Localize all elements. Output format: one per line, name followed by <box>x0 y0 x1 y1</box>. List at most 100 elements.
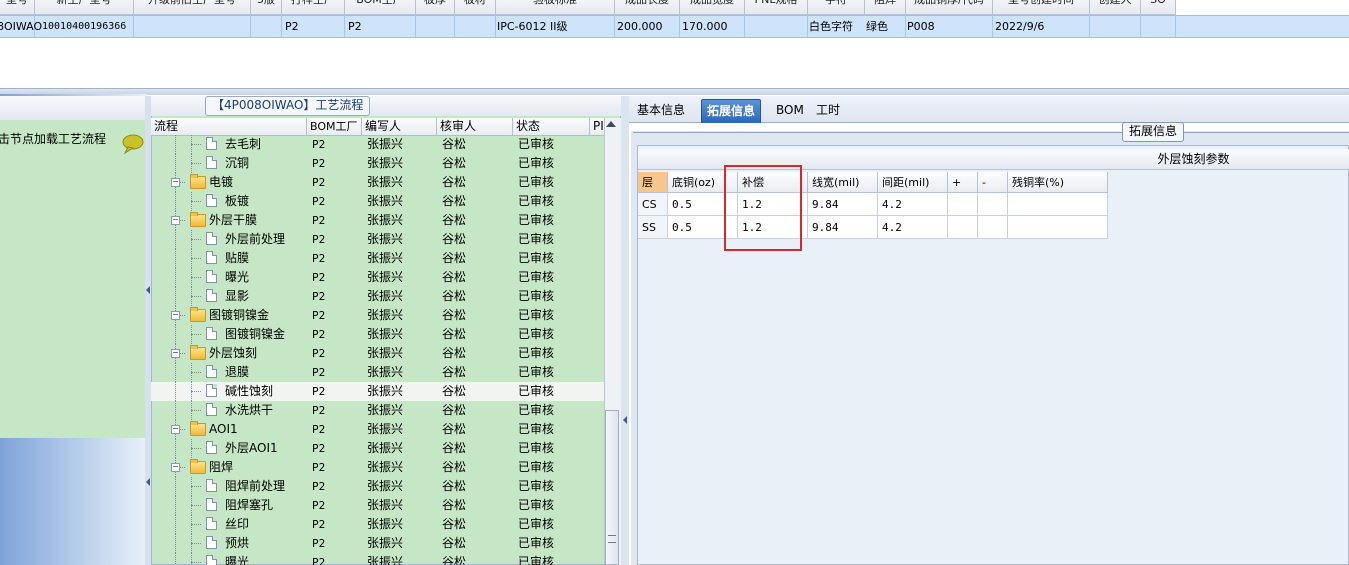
cell-bom-factory: P2 <box>312 518 326 531</box>
header-thickness[interactable]: 板厚 <box>416 0 455 14</box>
tree-row[interactable]: − 阻焊 P2 张振兴 谷松 已审核 <box>151 458 604 477</box>
col-flow[interactable]: 流程 <box>151 118 307 135</box>
folder-icon <box>190 459 206 474</box>
header-standard[interactable]: 验板标准 <box>496 0 615 14</box>
tree-connector <box>175 287 176 306</box>
grid-header-line-width[interactable]: 线宽(mil) <box>808 172 878 193</box>
tree-row[interactable]: 贴膜 P2 张振兴 谷松 已审核 <box>151 249 604 268</box>
cell-author: 张振兴 <box>367 384 404 398</box>
tree-row[interactable]: 图镀铜镍金 P2 张振兴 谷松 已审核 <box>151 325 604 344</box>
tree-connector <box>175 135 176 154</box>
tree-row[interactable]: 外层AOI1 P2 张振兴 谷松 已审核 <box>151 439 604 458</box>
tree-row[interactable]: 曝光 P2 张振兴 谷松 已审核 <box>151 553 604 565</box>
document-icon <box>206 289 217 302</box>
cell-reviewer: 谷松 <box>442 270 467 284</box>
scroll-up-icon[interactable] <box>606 121 616 127</box>
tree-row[interactable]: 显影 P2 张振兴 谷松 已审核 <box>151 287 604 306</box>
top-grid-row[interactable]: 8OIWAO 10010400196366 P2 P2 IPC-6012 II级… <box>0 15 1349 38</box>
header-mask[interactable]: 阻焊 <box>865 0 906 14</box>
cell-reviewer: 谷松 <box>442 213 467 227</box>
tab-work-hours[interactable]: 工时 <box>811 99 845 122</box>
document-icon <box>206 498 217 511</box>
collapse-icon[interactable]: − <box>171 425 180 434</box>
cell-author: 张振兴 <box>367 251 404 265</box>
collapse-icon[interactable]: − <box>171 178 180 187</box>
document-icon <box>206 137 217 150</box>
header-bom-factory[interactable]: BOM生产 <box>345 0 416 14</box>
header-version[interactable]: 5版 <box>251 0 282 14</box>
tree-row[interactable]: 去毛刺 P2 张振兴 谷松 已审核 <box>151 135 604 154</box>
grid-cell[interactable]: 9.84 <box>808 216 878 239</box>
tree-row[interactable]: 沉铜 P2 张振兴 谷松 已审核 <box>151 154 604 173</box>
cell-status: 已审核 <box>518 422 555 436</box>
header-copper-code[interactable]: 成品铜厚/代码 <box>906 0 993 14</box>
tree-row[interactable]: 碱性蚀刻 P2 张振兴 谷松 已审核 <box>151 382 604 401</box>
tree-node-label: 阻焊 <box>209 460 234 474</box>
tree-row[interactable]: 阻焊塞孔 P2 张振兴 谷松 已审核 <box>151 496 604 515</box>
grid-cell[interactable]: 9.84 <box>808 193 878 216</box>
tree-row[interactable]: 丝印 P2 张振兴 谷松 已审核 <box>151 515 604 534</box>
cell-new-model: 10010400196366 <box>42 21 127 32</box>
tree-row[interactable]: 阻焊前处理 P2 张振兴 谷松 已审核 <box>151 477 604 496</box>
grid-header-plus[interactable]: + <box>948 172 978 193</box>
right-splitter[interactable] <box>621 96 629 565</box>
collapse-icon[interactable]: − <box>171 349 180 358</box>
header-material[interactable]: 板材 <box>455 0 496 14</box>
grid-cell[interactable] <box>1008 193 1108 216</box>
header-created[interactable]: 型号创建时间 <box>993 0 1090 14</box>
header-width[interactable]: 成品宽度 <box>680 0 745 14</box>
cell-author: 张振兴 <box>367 365 404 379</box>
header-sample-factory[interactable]: 打样生产 <box>282 0 345 14</box>
horizontal-splitter[interactable] <box>0 88 1349 95</box>
header-old-model[interactable]: 升级前旧生产型号 <box>134 0 251 14</box>
cell-bom-factory: P2 <box>312 328 326 341</box>
tree-row[interactable]: 水洗烘干 P2 张振兴 谷松 已审核 <box>151 401 604 420</box>
tab-bom[interactable]: BOM <box>771 99 809 122</box>
grid-header-spacing[interactable]: 间距(mil) <box>878 172 948 193</box>
col-status[interactable]: 状态 <box>513 118 590 135</box>
header-pnl[interactable]: PNL规格 <box>745 0 808 14</box>
tree-row[interactable]: 外层前处理 P2 张振兴 谷松 已审核 <box>151 230 604 249</box>
collapse-icon[interactable]: − <box>171 311 180 320</box>
tree-row[interactable]: − 外层蚀刻 P2 张振兴 谷松 已审核 <box>151 344 604 363</box>
grid-header-residual-copper[interactable]: 残铜率(%) <box>1008 172 1108 193</box>
grid-cell-layer-ss[interactable]: SS <box>638 216 668 239</box>
grid-header-layer[interactable]: 层 <box>638 172 668 193</box>
grid-cell[interactable] <box>1008 216 1108 239</box>
grid-cell[interactable]: 4.2 <box>878 193 948 216</box>
tree-row[interactable]: 预烘 P2 张振兴 谷松 已审核 <box>151 534 604 553</box>
collapse-icon[interactable]: − <box>171 216 180 225</box>
tree-row[interactable]: − 电镀 P2 张振兴 谷松 已审核 <box>151 173 604 192</box>
tree-row[interactable]: − 图镀铜镍金 P2 张振兴 谷松 已审核 <box>151 306 604 325</box>
col-author[interactable]: 编写人 <box>362 118 437 135</box>
cell-bom-factory: P2 <box>312 499 326 512</box>
header-creator[interactable]: 创建人 <box>1090 0 1141 14</box>
tree-row[interactable]: 板镀 P2 张振兴 谷松 已审核 <box>151 192 604 211</box>
tree-connector <box>175 553 176 565</box>
left-node-area[interactable] <box>0 120 146 438</box>
cell-bom-factory: P2 <box>312 385 326 398</box>
tree-row[interactable]: − 外层干膜 P2 张振兴 谷松 已审核 <box>151 211 604 230</box>
cell-code: P008 <box>907 20 935 33</box>
col-reviewer[interactable]: 核审人 <box>437 118 513 135</box>
header-so[interactable]: SO <box>1141 0 1176 14</box>
collapse-icon[interactable]: − <box>171 463 180 472</box>
grid-cell[interactable]: 4.2 <box>878 216 948 239</box>
header-length[interactable]: 成品长度 <box>615 0 680 14</box>
tree-row[interactable]: 曝光 P2 张振兴 谷松 已审核 <box>151 268 604 287</box>
grid-cell[interactable] <box>948 193 978 216</box>
header-char[interactable]: 字符 <box>808 0 865 14</box>
grid-header-minus[interactable]: - <box>978 172 1008 193</box>
tree-row[interactable]: 退膜 P2 张振兴 谷松 已审核 <box>151 363 604 382</box>
tab-basic-info[interactable]: 基本信息 <box>632 99 690 122</box>
grid-cell[interactable] <box>978 193 1008 216</box>
grid-cell[interactable] <box>948 216 978 239</box>
header-new-model[interactable]: 新生产型号 <box>35 0 134 14</box>
tab-extended-info[interactable]: 拓展信息 <box>701 99 762 123</box>
header-model[interactable]: 型号 <box>0 0 35 14</box>
col-bom-factory[interactable]: BOM工厂 <box>307 118 362 135</box>
grid-cell-layer-cs[interactable]: CS <box>638 193 668 216</box>
tree-row[interactable]: − AOI1 P2 张振兴 谷松 已审核 <box>151 420 604 439</box>
grid-cell[interactable] <box>978 216 1008 239</box>
tree-node-label: 外层蚀刻 <box>209 346 258 360</box>
